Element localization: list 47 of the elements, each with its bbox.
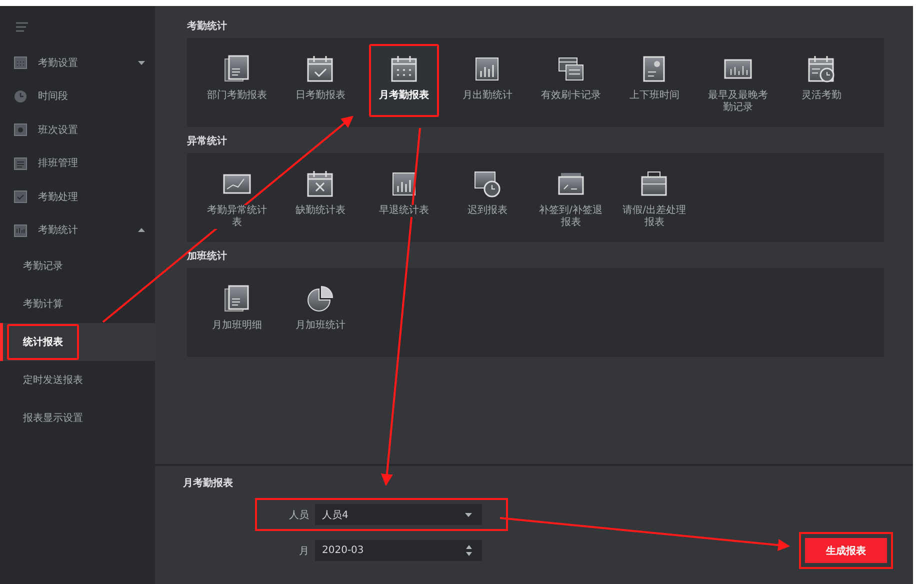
sidebar-label: 班次设置 <box>38 124 79 137</box>
sidebar-subitem[interactable]: 统计报表 <box>0 323 155 361</box>
sidebar-subitem[interactable]: 定时发送报表 <box>0 361 155 399</box>
sidebar-item[interactable]: 考勤统计 <box>0 214 155 247</box>
sidebar-label: 考勤设置 <box>38 56 79 70</box>
field-label: 月 <box>298 544 309 558</box>
square-icon <box>14 123 27 136</box>
sidebar-item[interactable]: 考勤设置 <box>0 46 155 80</box>
document-icon <box>222 284 252 314</box>
sidebar-subitem[interactable]: 报表显示设置 <box>0 399 155 437</box>
generate-report-button[interactable]: 生成报表 <box>805 538 887 563</box>
sidebar-subitem[interactable]: 考勤计算 <box>0 285 155 323</box>
field-label: 人员 <box>288 508 309 522</box>
sidebar-item[interactable]: 班次设置 <box>0 113 155 146</box>
check-icon <box>14 190 27 204</box>
caret-icon <box>465 512 472 516</box>
calendar-icon <box>305 54 336 84</box>
month-field[interactable]: 2020-03 <box>315 540 482 561</box>
pie-chart-icon <box>305 284 336 314</box>
section-title: 异常统计 <box>187 134 228 149</box>
select-field[interactable]: 人员4 <box>315 504 482 525</box>
calendar-icon <box>14 56 27 70</box>
calendar-icon <box>388 54 419 84</box>
caret-icon[interactable] <box>138 60 145 65</box>
report-tile[interactable]: 月考勤报表 <box>368 44 439 117</box>
chart-icon <box>14 224 27 237</box>
sidebar-label: 排班管理 <box>38 156 79 170</box>
sidebar-label: 时间段 <box>38 90 69 104</box>
spinner-icon <box>466 545 472 556</box>
sidebar-label: 考勤统计 <box>38 224 79 238</box>
caret-icon[interactable] <box>138 228 145 232</box>
clock-icon <box>472 169 502 199</box>
calendar-icon <box>806 54 836 84</box>
sidebar-item[interactable]: 排班管理 <box>0 146 155 180</box>
section-title: 加班统计 <box>187 250 228 264</box>
section-title: 考勤统计 <box>187 20 228 34</box>
sidebar-subitem[interactable]: 考勤记录 <box>0 247 155 285</box>
sidebar-item[interactable]: 时间段 <box>0 80 155 113</box>
document-icon <box>222 54 252 84</box>
menu-icon[interactable] <box>16 22 28 32</box>
calendar-icon <box>305 169 336 199</box>
briefcase-icon <box>639 169 670 199</box>
sidebar-item[interactable]: 考勤处理 <box>0 180 155 214</box>
clock-icon <box>14 90 27 103</box>
panel-title: 月考勤报表 <box>183 476 234 490</box>
sidebar-label: 考勤处理 <box>38 190 79 204</box>
list-icon <box>14 156 27 170</box>
